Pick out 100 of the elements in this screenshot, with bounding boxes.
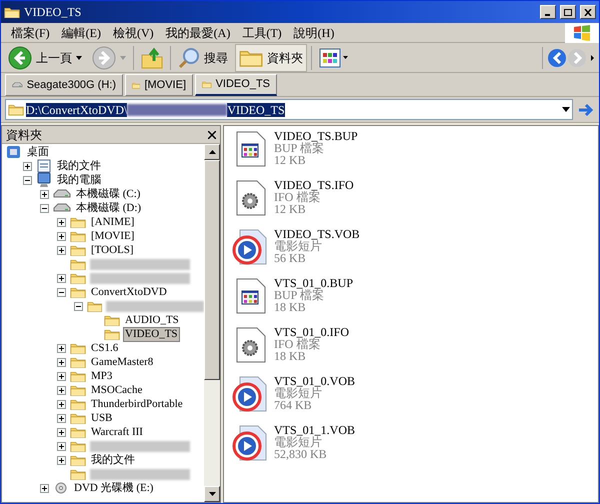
scroll-down-icon[interactable]	[208, 492, 216, 496]
file-type: IFO 檔案	[274, 191, 320, 203]
file-name[interactable]: VTS_01_0.IFO	[274, 326, 350, 338]
link-tab[interactable]: [MOVIE]	[125, 74, 193, 96]
computer-icon	[36, 172, 52, 188]
expand-toggle[interactable]	[57, 358, 66, 366]
tree-item[interactable]: [ANIME]	[90, 216, 136, 228]
file-size: 18 KB	[274, 301, 306, 313]
expand-toggle[interactable]	[57, 400, 66, 408]
expand-toggle[interactable]	[57, 274, 66, 282]
folder-icon	[70, 454, 86, 466]
file-size: 56 KB	[274, 252, 306, 264]
drive-icon	[53, 189, 71, 199]
plus-icon	[59, 444, 64, 448]
expand-toggle[interactable]	[57, 232, 66, 240]
folder-icon	[70, 398, 86, 410]
file-name[interactable]: VIDEO_TS.IFO	[274, 179, 354, 191]
tree-item[interactable]: VIDEO_TS	[124, 328, 179, 340]
expand-toggle[interactable]	[57, 442, 66, 450]
expand-toggle[interactable]	[57, 218, 66, 226]
scroll-bar[interactable]	[204, 144, 220, 502]
tree-item[interactable]: MSOCache	[90, 384, 144, 396]
expand-toggle[interactable]	[57, 456, 66, 464]
expand-toggle[interactable]	[57, 386, 66, 394]
menu-item[interactable]: 檢視(V)	[113, 24, 154, 42]
folder-icon	[70, 286, 86, 298]
scroll-up-icon[interactable]	[208, 150, 216, 154]
file-size: 12 KB	[274, 154, 306, 166]
media-file-icon	[232, 375, 268, 413]
plus-icon	[59, 374, 64, 378]
tree-item[interactable]: AUDIO_TS	[124, 314, 180, 326]
tree-item[interactable]: ConvertXtoDVD	[90, 286, 168, 298]
window-title: VIDEO_TS	[24, 4, 82, 21]
tree-item[interactable]: 桌面	[26, 146, 50, 158]
collapse-toggle[interactable]	[74, 302, 83, 310]
folders-button[interactable]: 資料夾	[235, 44, 307, 72]
tree-item[interactable]: [TOOLS]	[90, 244, 135, 256]
menu-item[interactable]: 工具(T)	[242, 24, 282, 42]
close-icon[interactable]	[208, 130, 216, 138]
file-size: 12 KB	[274, 203, 306, 215]
expand-toggle[interactable]	[57, 246, 66, 254]
tree-item[interactable]: MP3	[90, 370, 114, 382]
plus-icon	[59, 360, 64, 364]
pane-title: 資料夾	[6, 126, 42, 144]
collapse-toggle[interactable]	[23, 176, 32, 184]
file-name[interactable]: VTS_01_0.BUP	[274, 277, 354, 289]
folder-icon	[70, 440, 86, 452]
menu-item[interactable]: 說明(H)	[294, 24, 334, 42]
minus-icon	[76, 304, 81, 308]
expand-toggle[interactable]	[57, 372, 66, 380]
tree-item[interactable]: 我的文件	[56, 160, 102, 172]
folder-icon	[70, 468, 86, 480]
link-tab[interactable]: Seagate300G (H:)	[5, 74, 123, 96]
expand-toggle[interactable]	[40, 190, 49, 198]
tree-item[interactable]: Warcraft III	[90, 426, 144, 438]
tree-item[interactable]: 本機磁碟 (C:)	[75, 188, 142, 200]
tree-item[interactable]: ThunderbirdPortable	[90, 398, 184, 410]
search-button[interactable]: 搜尋	[175, 44, 231, 72]
file-name[interactable]: VTS_01_0.VOB	[274, 375, 356, 387]
expand-toggle[interactable]	[57, 414, 66, 422]
expand-toggle[interactable]	[40, 484, 49, 492]
menu-item[interactable]: 編輯(E)	[62, 24, 101, 42]
maximize-button[interactable]	[560, 5, 576, 19]
dropdown-caret-icon[interactable]	[562, 107, 570, 112]
expand-toggle[interactable]	[57, 344, 66, 352]
folder-icon	[70, 230, 86, 242]
plus-icon	[59, 220, 64, 224]
tree-item[interactable]: 我的電腦	[56, 174, 102, 186]
folder-icon	[86, 300, 102, 312]
tree-item[interactable]: GameMaster8	[90, 356, 154, 368]
back-button[interactable]: 上一頁	[5, 44, 85, 72]
tree-item[interactable]: DVD 光碟機 (E:)	[73, 482, 154, 494]
tree-item[interactable]: [MOVIE]	[90, 230, 136, 242]
minimize-button[interactable]	[540, 5, 556, 19]
tree-item[interactable]: USB	[90, 412, 114, 424]
collapse-toggle[interactable]	[40, 204, 49, 212]
menu-item[interactable]: 檔案(F)	[11, 24, 50, 42]
tree-item[interactable]: 本機磁碟 (D:)	[75, 202, 142, 214]
folder-icon	[70, 244, 86, 256]
file-name[interactable]: VIDEO_TS.BUP	[274, 130, 358, 142]
tree-item[interactable]: CS1.6	[90, 342, 120, 354]
plus-icon	[59, 402, 64, 406]
file-type: BUP 檔案	[274, 289, 324, 301]
file-type: BUP 檔案	[274, 142, 324, 154]
search-icon	[178, 46, 200, 68]
navigation-arrows-icon[interactable]	[542, 46, 595, 68]
file-type: 電影短片	[274, 387, 322, 399]
file-name[interactable]: VTS_01_1.VOB	[274, 424, 356, 436]
address-field[interactable]: D:\ConvertXtoDVD\ VIDEO_TS	[5, 99, 573, 120]
tree-item[interactable]: 我的文件	[90, 454, 136, 466]
collapse-toggle[interactable]	[57, 288, 66, 296]
folder-icon	[70, 384, 86, 396]
expand-toggle[interactable]	[23, 162, 32, 170]
file-type: IFO 檔案	[274, 338, 320, 350]
file-size: 18 KB	[274, 350, 306, 362]
menu-item[interactable]: 我的最愛(A)	[166, 24, 230, 42]
close-button[interactable]	[580, 5, 596, 19]
link-tab[interactable]: VIDEO_TS	[195, 74, 277, 96]
file-name[interactable]: VIDEO_TS.VOB	[274, 228, 360, 240]
expand-toggle[interactable]	[57, 428, 66, 436]
